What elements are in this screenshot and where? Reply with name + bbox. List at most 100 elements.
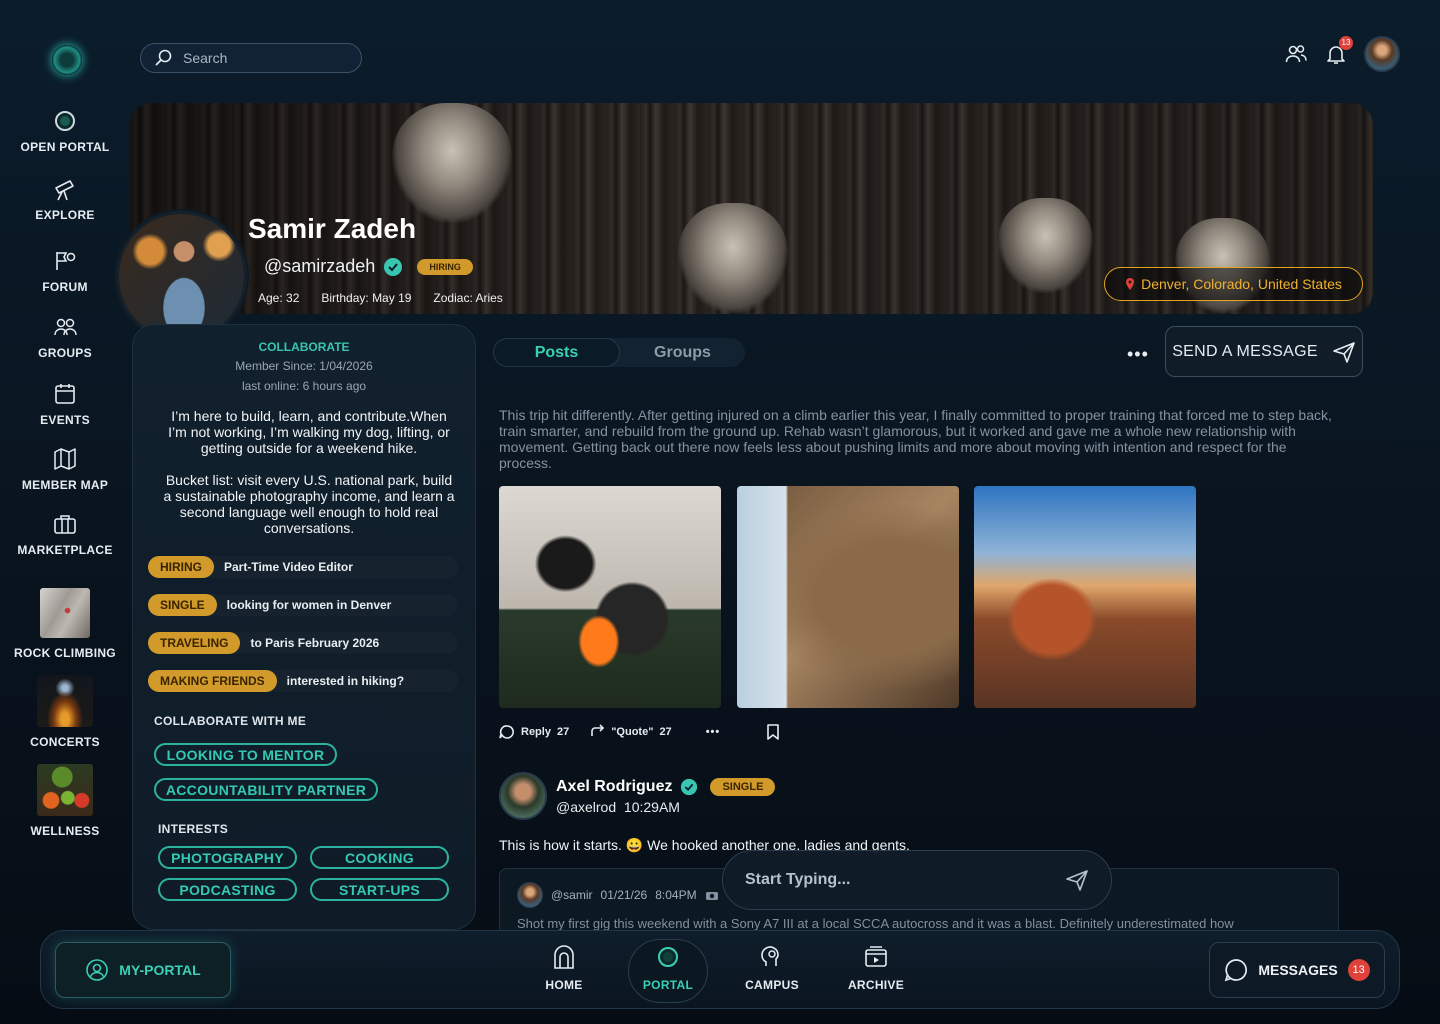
profile-meta: Age: 32 Birthday: May 19 Zodiac: Aries [258,291,503,305]
post-more-icon[interactable]: ••• [706,726,721,738]
interest-pill[interactable]: PHOTOGRAPHY [158,846,297,869]
sidebar-item-explore[interactable]: EXPLORE [0,176,130,222]
collaborate-label: COLLABORATE [258,340,350,354]
quote-button[interactable]: "Quote" 27 [589,724,672,740]
collaborate-with-me-label: COLLABORATE WITH ME [154,714,307,728]
arch-photo[interactable] [974,486,1196,708]
bell-icon[interactable]: 13 [1324,36,1353,66]
status-row[interactable]: SINGLE looking for women in Denver [148,594,458,616]
member-since: Member Since: 1/04/2026 [235,359,373,373]
collab-pill[interactable]: ACCOUNTABILITY PARTNER [154,778,378,801]
archive-icon [863,944,889,970]
nav-portal[interactable]: PORTAL [628,944,708,992]
bottom-nav-bar [40,930,1400,1009]
author-avatar[interactable] [499,772,547,820]
sidebar-item-groups[interactable]: GROUPS [0,314,130,360]
wolf-image [998,198,1093,293]
reply-button[interactable]: Reply 27 [499,724,569,740]
more-options-icon[interactable]: ••• [1127,344,1149,365]
climbing-photo[interactable] [737,486,959,708]
quoted-avatar [517,882,543,908]
interest-pill[interactable]: COOKING [310,846,449,869]
status-text: Part-Time Video Editor [224,560,353,574]
sidebar-item-events[interactable]: EVENTS [0,381,130,427]
training-photo[interactable] [499,486,721,708]
wellness-thumbnail [37,764,93,816]
profile-tabs: Posts Groups [493,338,745,367]
user-avatar[interactable] [1364,36,1400,72]
sidebar-item-open-portal[interactable]: OPEN PORTAL [0,108,130,154]
profile-bio: I’m here to build, learn, and contribute… [168,408,450,456]
status-tag: SINGLE [148,594,217,616]
telescope-icon [52,176,78,202]
campus-icon [759,944,785,970]
sidebar-item-wellness[interactable]: WELLNESS [0,764,130,838]
author-name[interactable]: Axel Rodriguez [556,778,672,796]
interest-pill[interactable]: START-UPS [310,878,449,901]
status-tag: HIRING [148,556,214,578]
author-row: Axel Rodriguez SINGLE [556,778,776,796]
message-composer[interactable] [722,850,1112,910]
status-row[interactable]: HIRING Part-Time Video Editor [148,556,458,578]
sidebar-item-marketplace[interactable]: MARKETPLACE [0,511,130,557]
interests-label: INTERESTS [158,822,229,836]
composer-input[interactable] [745,871,1025,889]
tab-groups[interactable]: Groups [620,338,745,367]
rock-climbing-thumbnail [40,588,90,638]
status-text: interested in hiking? [286,674,405,688]
chat-icon [1224,958,1248,982]
repost-icon [589,724,605,740]
quoted-post-meta: @samir 01/21/26 8:04PM [517,882,719,908]
single-badge: SINGLE [710,778,776,796]
tab-posts[interactable]: Posts [493,338,620,367]
author-handle-time: @axelrod 10:29AM [556,799,680,815]
bookmark-icon[interactable] [766,724,780,740]
groups-icon [52,314,78,340]
bucket-list: Bucket list: visit every U.S. national p… [163,472,455,536]
portal-icon [52,108,78,134]
sidebar-item-member-map[interactable]: MEMBER MAP [0,446,130,492]
send-icon[interactable] [1065,868,1089,892]
location-badge[interactable]: Denver, Colorado, United States [1104,267,1363,301]
sidebar-item-forum[interactable]: FORUM [0,248,130,294]
status-row[interactable]: TRAVELING to Paris February 2026 [148,632,458,654]
collab-pill[interactable]: LOOKING TO MENTOR [154,743,337,766]
nav-archive[interactable]: ARCHIVE [836,944,916,992]
home-icon [551,944,577,970]
camera-icon [705,889,719,901]
profile-avatar[interactable] [116,211,247,342]
send-message-button[interactable]: SEND A MESSAGE [1165,326,1363,377]
hiring-badge: HIRING [417,258,473,275]
my-portal-button[interactable]: MY-PORTAL [55,942,231,998]
search-bar[interactable] [140,43,362,73]
post-actions: Reply 27 "Quote" 27 ••• [499,724,780,740]
wolf-image [392,103,512,223]
app-logo[interactable] [52,45,82,75]
map-icon [52,446,78,472]
location-pin-icon [1125,277,1135,291]
sidebar-item-concerts[interactable]: CONCERTS [0,675,130,749]
people-icon[interactable] [1284,42,1308,66]
status-tag: TRAVELING [148,632,241,654]
profile-name: Samir Zadeh [248,213,417,244]
nav-home[interactable]: HOME [524,944,604,992]
interest-pill[interactable]: PODCASTING [158,878,297,901]
reply-icon [499,724,515,740]
calendar-icon [52,381,78,407]
search-input[interactable] [183,50,333,66]
wolf-image [678,203,788,313]
status-row[interactable]: MAKING FRIENDS interested in hiking? [148,670,458,692]
forum-icon [52,248,78,274]
status-text: to Paris February 2026 [250,636,380,650]
sidebar-item-rock-climbing[interactable]: ROCK CLIMBING [0,588,130,660]
profile-age: Age: 32 [258,291,300,305]
verified-icon [680,778,698,796]
messages-button[interactable]: MESSAGES 13 [1209,942,1385,998]
portal-icon [655,944,681,970]
nav-campus[interactable]: CAMPUS [732,944,812,992]
briefcase-icon [52,511,78,537]
last-online: last online: 6 hours ago [241,379,367,393]
status-tag: MAKING FRIENDS [148,670,277,692]
header-actions: 13 [1284,36,1400,72]
post-text: This trip hit differently. After getting… [499,407,1332,471]
